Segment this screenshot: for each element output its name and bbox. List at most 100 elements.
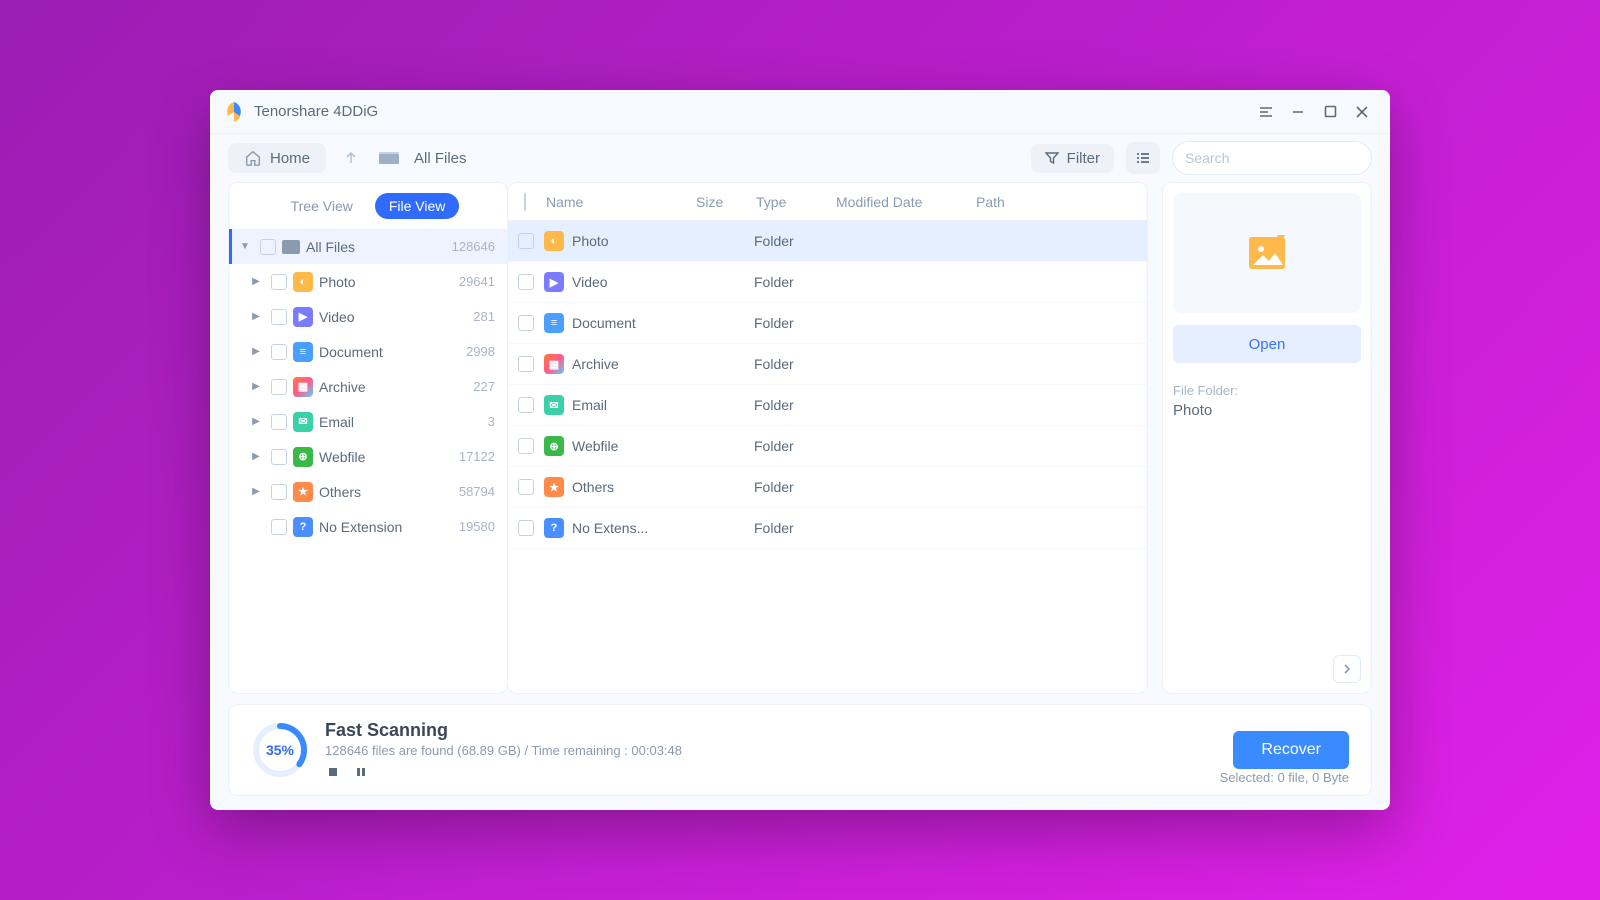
noext-icon: ? [544,518,564,538]
chevron-right-icon[interactable]: ▶ [247,276,265,287]
tree-root-all-files[interactable]: ▼ All Files 128646 [229,229,507,264]
chevron-right-icon[interactable]: ▶ [247,381,265,392]
tree-label: Archive [319,379,473,395]
content-area: Tree View File View ▼ All Files 128646 ▶… [210,182,1390,694]
col-size[interactable]: Size [696,194,756,210]
file-name: Others [572,479,694,495]
col-path[interactable]: Path [976,194,1137,210]
checkbox[interactable] [271,274,287,290]
file-row[interactable]: ⊕ Webfile Folder [508,426,1147,467]
file-row[interactable]: ?No Extens...Folder [508,508,1147,549]
recover-button[interactable]: Recover [1233,731,1349,769]
tab-tree-view[interactable]: Tree View [277,193,367,219]
stop-button[interactable] [325,764,341,780]
file-name: Email [572,397,694,413]
col-type[interactable]: Type [756,194,836,210]
tree-label: Email [319,414,488,430]
chevron-right-icon [1342,664,1352,674]
file-row[interactable]: ≡DocumentFolder [508,303,1147,344]
file-row[interactable]: ▦ArchiveFolder [508,344,1147,385]
filter-icon [1045,151,1059,165]
scan-title: Fast Scanning [325,720,1233,741]
tree-item[interactable]: ▶≡Document2998 [229,334,507,369]
chevron-right-icon[interactable]: ▶ [247,451,265,462]
drive-icon [282,240,300,254]
file-name: Webfile [572,438,694,454]
archive-icon: ▦ [293,377,313,397]
list-icon [1135,150,1151,166]
checkbox[interactable] [271,344,287,360]
file-name: Video [572,274,694,290]
checkbox[interactable] [271,449,287,465]
file-type: Folder [754,397,834,413]
select-all-checkbox[interactable] [524,193,526,211]
minimize-icon[interactable] [1282,96,1314,128]
list-view-toggle[interactable] [1126,142,1160,174]
home-button[interactable]: Home [228,143,326,173]
checkbox[interactable] [260,239,276,255]
checkbox[interactable] [271,379,287,395]
file-name: Archive [572,356,694,372]
progress-percent: 35% [251,721,309,779]
file-type: Folder [754,438,834,454]
tab-file-view[interactable]: File View [375,193,460,219]
chevron-right-icon[interactable]: ▶ [247,346,265,357]
file-row[interactable]: ◐PhotoFolder [508,221,1147,262]
tree-item[interactable]: ▶ ✉ Email3 [229,404,507,439]
checkbox[interactable] [518,397,534,413]
filter-label: Filter [1067,150,1100,167]
file-row[interactable]: ✉EmailFolder [508,385,1147,426]
close-icon[interactable] [1346,96,1378,128]
filter-button[interactable]: Filter [1031,144,1114,173]
app-title: Tenorshare 4DDiG [254,103,378,120]
open-button[interactable]: Open [1173,325,1361,363]
checkbox[interactable] [518,479,534,495]
chevron-right-icon[interactable]: ▶ [247,311,265,322]
checkbox[interactable] [271,519,287,535]
doc-icon: ≡ [293,342,313,362]
tree-label: All Files [306,239,452,255]
tree-item[interactable]: ▶⊕Webfile17122 [229,439,507,474]
collapse-detail-button[interactable] [1333,655,1361,683]
tree-item[interactable]: ?No Extension19580 [229,509,507,544]
checkbox[interactable] [518,274,534,290]
breadcrumb[interactable]: All Files [414,150,467,167]
tree-count: 3 [488,414,495,429]
checkbox[interactable] [518,520,534,536]
search-box[interactable] [1172,141,1372,175]
checkbox[interactable] [518,233,534,249]
file-row[interactable]: ★OthersFolder [508,467,1147,508]
col-name[interactable]: Name [546,194,696,210]
checkbox[interactable] [271,414,287,430]
file-type: Folder [754,233,834,249]
tree-item[interactable]: ▶◐Photo29641 [229,264,507,299]
file-row[interactable]: ▶VideoFolder [508,262,1147,303]
menu-icon[interactable] [1250,96,1282,128]
checkbox[interactable] [271,484,287,500]
chevron-down-icon[interactable]: ▼ [236,241,254,252]
col-modified[interactable]: Modified Date [836,194,976,210]
checkbox[interactable] [271,309,287,325]
detail-folder-value: Photo [1173,402,1361,419]
chevron-right-icon[interactable]: ▶ [247,416,265,427]
photo-icon: ◐ [544,231,564,251]
home-icon [244,149,262,167]
tree-item[interactable]: ▶★Others58794 [229,474,507,509]
search-input[interactable] [1185,150,1366,166]
pause-button[interactable] [353,764,369,780]
tree-item[interactable]: ▶▶Video281 [229,299,507,334]
toolbar: Home All Files Filter [210,134,1390,182]
maximize-icon[interactable] [1314,96,1346,128]
tree-count: 17122 [459,449,495,464]
tree-label: Webfile [319,449,459,465]
up-arrow-icon[interactable] [338,145,364,171]
photo-icon: ◐ [293,272,313,292]
checkbox[interactable] [518,315,534,331]
email-icon: ✉ [293,412,313,432]
web-icon: ⊕ [544,436,564,456]
checkbox[interactable] [518,438,534,454]
chevron-right-icon[interactable]: ▶ [247,486,265,497]
tree-item[interactable]: ▶▦Archive227 [229,369,507,404]
checkbox[interactable] [518,356,534,372]
tree-label: Video [319,309,473,325]
